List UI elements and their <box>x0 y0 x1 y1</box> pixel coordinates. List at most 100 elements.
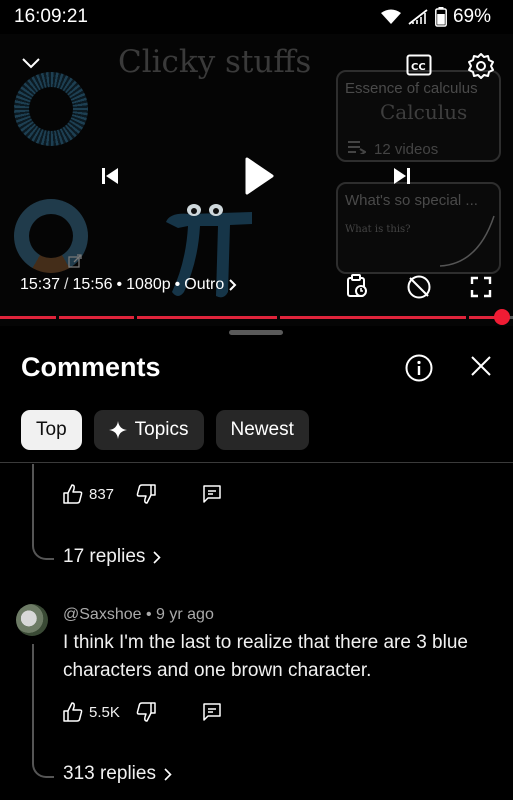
external-link-button[interactable] <box>66 252 84 270</box>
duration: 15:56 <box>72 276 113 293</box>
progress-chapter-segment <box>280 316 466 319</box>
like-count: 5.5K <box>89 703 120 721</box>
replies-toggle[interactable]: 17 replies <box>63 546 162 568</box>
thread-connector <box>32 464 54 560</box>
next-button[interactable] <box>388 162 416 190</box>
end-card-playlist[interactable]: Essence of calculus Calculus 12 videos <box>336 70 501 162</box>
progress-chapter-segment <box>0 316 56 319</box>
chevron-right-icon <box>164 767 172 781</box>
video-player[interactable]: Clicky stuffs Essence of calculus Calcul… <box>0 34 513 326</box>
progress-chapter-segment <box>59 316 134 319</box>
divider <box>0 462 513 463</box>
chip-label: Topics <box>134 419 189 440</box>
comment-age: 9 yr ago <box>156 606 214 623</box>
clip-timer-icon <box>347 274 367 297</box>
chip-topics[interactable]: Topics <box>93 410 204 450</box>
battery-percent: 69% <box>452 6 491 27</box>
quality-label: 1080p <box>126 276 171 293</box>
panel-title: Comments <box>21 352 161 382</box>
bullet-separator-2: • <box>174 276 181 293</box>
settings-gear-icon <box>468 53 494 79</box>
settings-button[interactable] <box>466 51 496 81</box>
chip-label: Top <box>36 419 67 440</box>
info-button[interactable] <box>404 353 434 383</box>
like-count: 837 <box>89 485 115 503</box>
end-card-graph <box>439 215 495 267</box>
thumbs-up-icon <box>63 484 83 504</box>
dislike-button[interactable] <box>136 702 156 722</box>
video-overlay-title: Clicky stuffs <box>118 44 312 80</box>
comments-panel: Comments Top Topics Newest 837 17 replie… <box>0 326 513 800</box>
play-button[interactable] <box>238 154 280 198</box>
reply-button[interactable] <box>202 484 222 504</box>
seek-handle[interactable] <box>494 309 510 325</box>
progress-chapter-segment <box>137 316 277 319</box>
chapter-label: Outro <box>184 276 225 293</box>
end-card-title: Essence of calculus <box>345 80 478 97</box>
external-link-icon <box>68 254 82 268</box>
captions-button[interactable]: CC <box>404 52 434 78</box>
comment-meta: @Saxshoe • 9 yr ago <box>63 606 214 624</box>
chevron-right-icon <box>229 279 237 291</box>
like-button[interactable]: 837 <box>63 484 114 504</box>
battery-icon <box>435 7 447 27</box>
drag-handle[interactable] <box>229 330 283 335</box>
end-card-title-2: What's so special ... <box>345 192 478 209</box>
thumbs-down-icon <box>136 484 156 504</box>
meta-bullet: • <box>145 606 152 623</box>
svg-text:CC: CC <box>411 62 426 73</box>
close-icon <box>471 356 491 376</box>
autoplay-toggle[interactable] <box>404 272 434 302</box>
sort-chips: Top Topics Newest <box>21 410 309 450</box>
clip-button[interactable] <box>344 272 370 300</box>
reply-button[interactable] <box>202 702 222 722</box>
comment-text: I think I'm the last to realize that the… <box>63 632 468 681</box>
end-card-video-count: 12 videos <box>374 140 439 158</box>
bullet-separator: • <box>116 276 123 293</box>
time-row: 15:37 / 15:56 • 1080p • Outro <box>20 276 237 294</box>
end-card-snippet: What is this? <box>345 224 411 235</box>
reply-comment-icon <box>203 703 221 721</box>
sparkle-icon <box>108 421 127 439</box>
status-bar: 16:09:21 69% <box>0 0 513 34</box>
thumbs-down-icon <box>136 702 156 722</box>
comment-author[interactable]: @Saxshoe <box>63 606 142 623</box>
replies-count: 313 replies <box>63 763 156 784</box>
closed-captions-icon: CC <box>406 54 432 76</box>
end-card-video[interactable]: What's so special ... What is this? <box>336 182 501 274</box>
fullscreen-button[interactable] <box>468 274 494 300</box>
current-time: 15:37 <box>20 276 61 293</box>
avatar[interactable] <box>16 604 48 636</box>
next-icon <box>394 168 410 184</box>
comment-actions: 5.5K <box>63 702 222 722</box>
reply-comment-icon <box>203 485 221 503</box>
replies-toggle[interactable]: 313 replies <box>63 763 172 785</box>
chip-newest[interactable]: Newest <box>215 410 309 450</box>
like-button[interactable]: 5.5K <box>63 702 120 722</box>
end-card-count-row: 12 videos <box>348 140 438 158</box>
replies-count: 17 replies <box>63 546 146 567</box>
chip-top[interactable]: Top <box>21 410 82 450</box>
info-icon <box>405 354 433 382</box>
previous-button[interactable] <box>96 162 124 190</box>
chevron-right-icon <box>153 550 162 564</box>
close-button[interactable] <box>469 354 495 380</box>
status-time: 16:09:21 <box>14 6 88 27</box>
end-card-subtitle: Calculus <box>380 100 468 124</box>
seek-bar[interactable] <box>0 309 513 325</box>
play-icon <box>245 157 274 195</box>
time-separator: / <box>64 276 69 293</box>
chip-label: Newest <box>230 419 294 440</box>
video-graphic-ring <box>14 72 88 146</box>
no-signal-icon <box>407 8 429 26</box>
playlist-icon <box>348 140 367 158</box>
chapter-button[interactable]: Outro <box>184 276 237 294</box>
dislike-button[interactable] <box>136 484 156 504</box>
minimize-button[interactable] <box>18 52 44 74</box>
thumbs-up-icon <box>63 702 83 722</box>
comment-actions: 837 <box>63 484 222 504</box>
fullscreen-icon <box>470 276 492 298</box>
previous-icon <box>102 168 118 184</box>
chevron-down-icon <box>22 58 40 69</box>
thread-connector <box>32 644 54 778</box>
